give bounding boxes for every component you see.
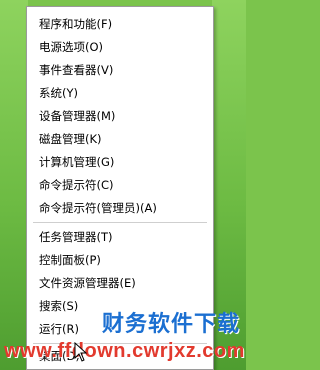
menu-item-file-explorer[interactable]: 文件资源管理器(E) — [39, 272, 136, 294]
menu-item-disk-management[interactable]: 磁盘管理(K) — [39, 128, 102, 150]
menu-item-search[interactable]: 搜索(S) — [39, 295, 78, 317]
menu-item-system[interactable]: 系统(Y) — [39, 82, 78, 104]
watermark-title: 财务软件下载 — [102, 311, 241, 337]
menu-item-power-options[interactable]: 电源选项(O) — [39, 36, 103, 58]
menu-item-run[interactable]: 运行(R) — [39, 318, 79, 340]
desktop-background-left — [0, 0, 28, 370]
menu-item-computer-management[interactable]: 计算机管理(G) — [39, 151, 114, 173]
menu-separator — [33, 222, 207, 223]
menu-item-event-viewer[interactable]: 事件查看器(V) — [39, 59, 113, 81]
mouse-cursor-icon — [74, 342, 88, 362]
watermark-site: www.ffdown.cwrjxz.com — [4, 340, 245, 362]
menu-item-programs-features[interactable]: 程序和功能(F) — [39, 13, 112, 35]
menu-item-task-manager[interactable]: 任务管理器(T) — [39, 226, 113, 248]
menu-item-command-prompt-admin[interactable]: 命令提示符(管理员)(A) — [39, 197, 157, 219]
menu-item-command-prompt[interactable]: 命令提示符(C) — [39, 174, 114, 196]
menu-item-control-panel[interactable]: 控制面板(P) — [39, 249, 101, 271]
menu-item-device-manager[interactable]: 设备管理器(M) — [39, 105, 115, 127]
